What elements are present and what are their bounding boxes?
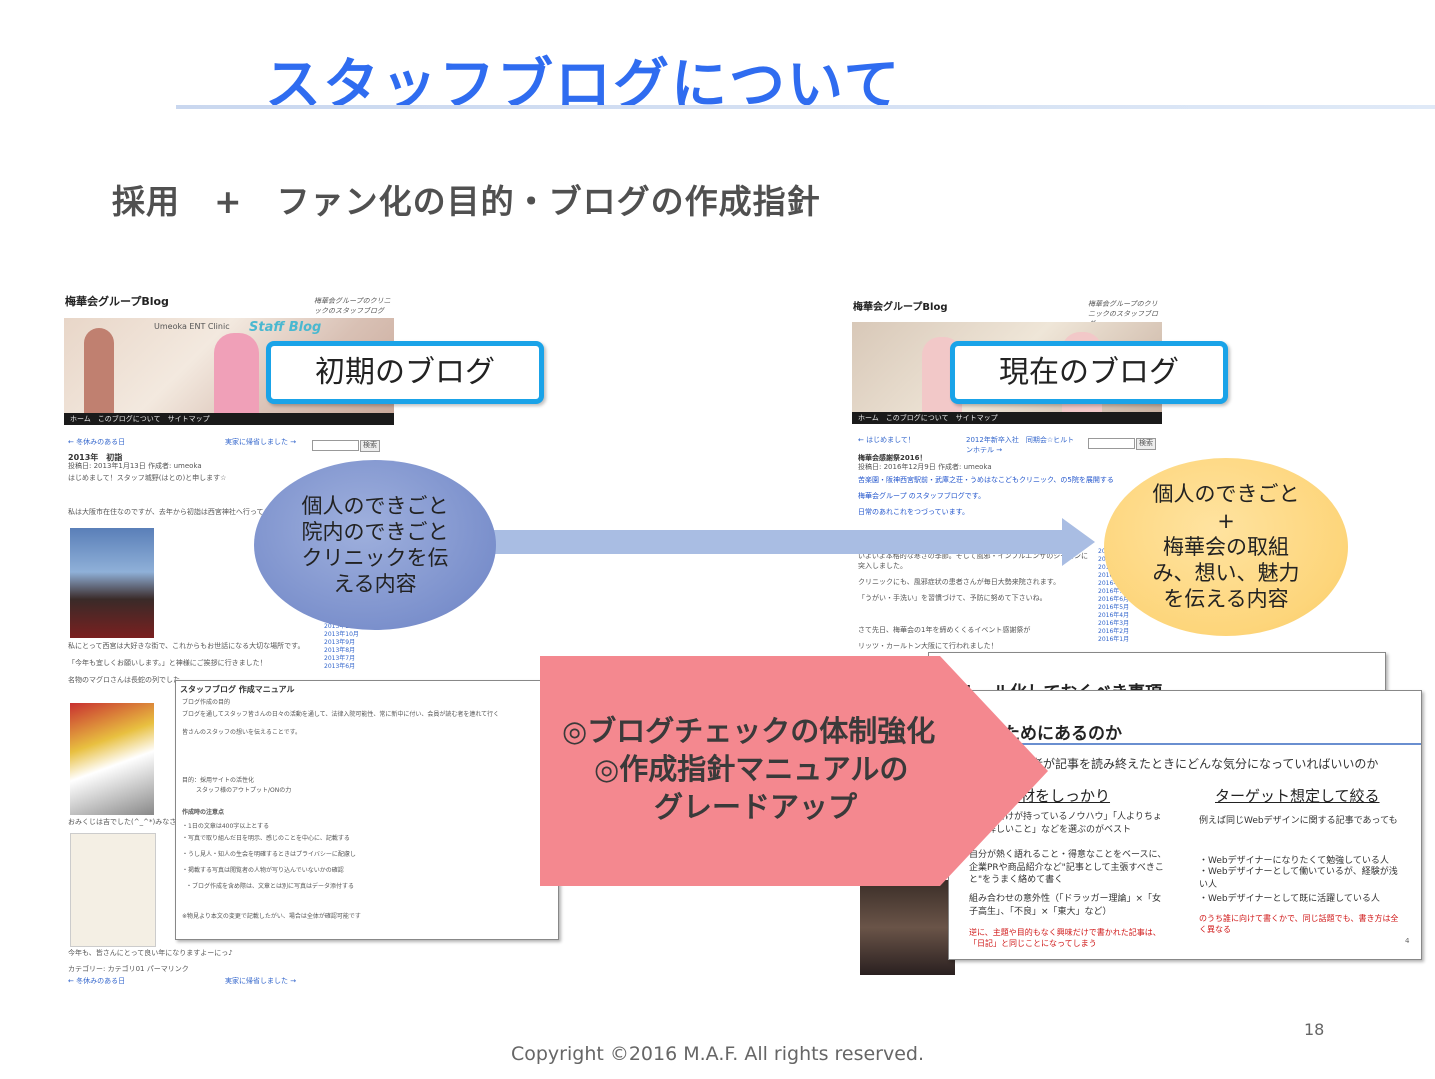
- post-line: 「今年も宜しくお願いします。」と神様にご挨拶に行きました！: [68, 659, 267, 667]
- post-line: 日常のあれこれをつづっています。: [858, 508, 969, 516]
- next-post-link[interactable]: 実家に帰省しました →: [225, 438, 296, 448]
- manual-document: スタッフブログ 作成マニュアル ブログ作成の目的 ブログを通してスタッフ皆さんの…: [175, 680, 559, 940]
- banner-text: ◎ブログチェックの体制強化 ◎作成指針マニュアルの グレードアップ: [550, 712, 990, 826]
- post-meta: 投稿日: 2013年1月13日 作成者: umeoka: [68, 462, 202, 470]
- blog-title: 梅華会グループBlog: [65, 295, 169, 308]
- post-line: クリニックにも、風邪症状の患者さんが毎日大勢来院されます。: [858, 578, 1061, 586]
- title-underline: [176, 105, 1435, 109]
- staff-blog-logo: Staff Blog: [249, 320, 322, 335]
- search-button[interactable]: 検索: [1136, 438, 1156, 450]
- tuna-photo: [70, 703, 154, 815]
- initial-content-ellipse: 個人のできごと院内のできごと クリニックを伝える内容: [254, 460, 496, 630]
- slide-subtitle: 採用 + ファン化の目的・ブログの作成指針: [112, 182, 821, 221]
- search-input[interactable]: [1088, 438, 1135, 449]
- page-number: 18: [1304, 1020, 1325, 1039]
- manual-line: ・掲載する写真は閲覧者の人物が写り込んでいないかの確認: [182, 867, 344, 874]
- banner-line-3: グレードアップ: [654, 790, 858, 824]
- doc-right-line: 例えば同じWebデザインに関する記事であっても: [1199, 816, 1398, 826]
- initial-blog-label: 初期のブログ: [266, 341, 544, 404]
- shrine-photo: [70, 528, 154, 638]
- search-button[interactable]: 検索: [360, 440, 380, 452]
- clinic-name: Umeoka ENT Clinic: [154, 322, 230, 331]
- banner-line-1: ◎ブログチェックの体制強化: [562, 714, 936, 748]
- doc-right-line: ・Webデザイナーとして働いているが、経験が浅い人: [1199, 867, 1398, 890]
- current-content-text: 個人のできごと + 梅華会の取組み、想い、魅力を伝える内容: [1152, 482, 1300, 612]
- manual-line: ・1日の文章は400字以上とする: [182, 823, 270, 830]
- post-line: 「うがい・手洗い」を習慣づけて、予防に努めて下さいね。: [858, 594, 1047, 602]
- doc-left-line: 組み合わせの意外性（「ドラッガー理論」×「女子高生」、「不良」×「東大」など）: [969, 894, 1162, 917]
- post-line: 私は大阪市在住なのですが、去年から初詣は西宮神社へ行って: [68, 508, 264, 516]
- doc-right-line: ・Webデザイナーになりたくて勉強している人: [1199, 856, 1389, 866]
- manual-line: ブログを通してスタッフ皆さんの日々の活動を通して、法律入院可能性、常に新中に付い…: [182, 711, 500, 718]
- flow-arrow: [490, 518, 1095, 566]
- initial-content-text: 個人のできごと院内のできごと クリニックを伝える内容: [301, 493, 449, 597]
- manual-line: ブログ作成の目的: [182, 699, 231, 706]
- post-line: 苦楽園・阪神西宮駅前・武庫之荘・うめはなこどもクリニック、の5院を展開する: [858, 476, 1114, 484]
- post-line: リッツ・カールトン大阪にて行われました！: [858, 642, 998, 650]
- blog-title: 梅華会グループBlog: [853, 302, 948, 313]
- manual-line: ・うし見人・知人の生会を明確するときはプライバシーに配慮し: [182, 851, 356, 858]
- manual-title: スタッフブログ 作成マニュアル: [180, 685, 295, 694]
- manual-line: ・ブログ作成を含め際は、文章とは別に写真はデータ添付する: [186, 883, 355, 890]
- post-category: カテゴリー: カテゴリ01 パーマリンク: [68, 965, 189, 973]
- staff-figure: [84, 328, 114, 413]
- copyright: Copyright ©2016 M.A.F. All rights reserv…: [510, 1043, 925, 1065]
- omikuji-photo: [70, 833, 156, 947]
- nurse-figure: [214, 333, 259, 413]
- post-line: おみくじは吉でした(^_^*)みなさん: [68, 818, 184, 826]
- post-line: 私にとって西宮は大好きな街で、これからもお世話になる大切な場所です。: [68, 642, 305, 650]
- doc-right-warning: のうち誰に向けて書くかで、同じ話題でも、書き方は全く異なる: [1199, 914, 1399, 935]
- next-post-link[interactable]: 2012年新卒入社 同期会☆ヒルトンホテル →: [966, 436, 1076, 456]
- manual-line: 皆さんのスタッフの想いを伝えることです。: [182, 729, 302, 736]
- bottom-prev-link[interactable]: ← 冬休みのある日: [68, 977, 125, 987]
- post-title: 梅華会感謝祭2016！: [858, 454, 927, 462]
- search-input[interactable]: [312, 440, 359, 451]
- banner-line-2: ◎作成指針マニュアルの: [594, 752, 909, 786]
- doc-question: 読者が記事を読み終えたときにどんな気分になっていればいいのか: [1019, 757, 1379, 771]
- manual-line: ・写真で取り組んだ日を明示、感じのことを中心に、記載する: [182, 835, 350, 842]
- post-line: 名物のマグロさんは長蛇の列でした: [68, 676, 180, 684]
- post-line: 今年も、皆さんにとって良い年になりますよーにっ♪: [68, 949, 233, 957]
- bottom-next-link[interactable]: 実家に帰省しました →: [225, 977, 296, 987]
- current-blog-label: 現在のブログ: [950, 341, 1228, 404]
- doc-page-number: 4: [1405, 937, 1410, 945]
- manual-line: 作成時の注意点: [182, 809, 225, 816]
- prev-post-link[interactable]: ← はじめまして！: [858, 436, 915, 446]
- post-line: はじめまして！スタッフ城野(はとの)と申します☆: [68, 474, 227, 482]
- prev-post-link[interactable]: ← 冬休みのある日: [68, 438, 125, 448]
- blog-nav[interactable]: ホーム このブログについて サイトマップ: [852, 412, 1162, 424]
- post-meta: 投稿日: 2016年12月9日 作成者: umeoka: [858, 463, 992, 471]
- manual-line: ※物見より本文の変更で記載したがい、場合は全体が確認可能です: [182, 913, 361, 920]
- post-line: 梅華会グループ のスタッフブログです。: [858, 492, 986, 500]
- doc-left-warning: 逆に、主題や目的もなく興味だけで書かれた記事は、「日記」と同じことになってしまう: [969, 928, 1161, 949]
- manual-line: スタッフ様のアウトプット/ONの力: [196, 787, 292, 794]
- post-line: さて先日、梅華会の1年を締めくくるイベント感謝祭が: [858, 626, 1031, 634]
- manual-line: 目的：採用サイトの活性化: [182, 777, 255, 784]
- blog-nav[interactable]: ホーム このブログについて サイトマップ: [64, 413, 394, 425]
- blog-tagline: 梅華会グループのクリニックのスタッフブログ: [314, 297, 391, 315]
- event-photo: [860, 880, 955, 975]
- doc-right-line: ・Webデザイナーとして既に活躍している人: [1199, 894, 1380, 904]
- doc-right-heading: ターゲット想定して絞る: [1215, 787, 1380, 805]
- current-content-ellipse: 個人のできごと + 梅華会の取組み、想い、魅力を伝える内容: [1104, 458, 1348, 636]
